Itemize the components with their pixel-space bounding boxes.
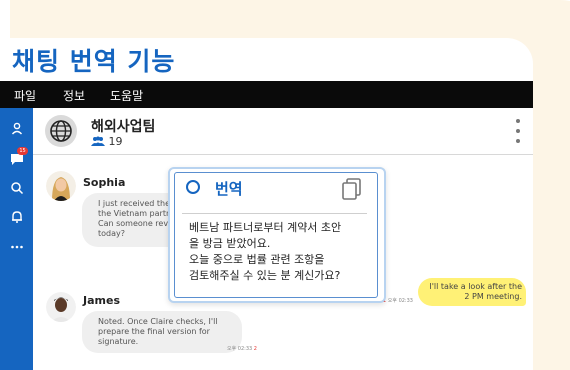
message-time: 오후 02:33	[387, 298, 413, 304]
members-icon	[91, 136, 105, 146]
page-heading: 채팅 번역 기능	[12, 47, 176, 76]
menu-bar: 파일 정보 도움말	[0, 81, 533, 108]
unread-count: 2	[253, 346, 257, 352]
chat-unread-badge: 15	[17, 147, 28, 155]
my-message-bubble[interactable]: I'll take a look after the 2 PM meeting.	[418, 278, 526, 306]
sender-name: James	[83, 294, 120, 307]
sender-name: Sophia	[83, 176, 126, 189]
menu-item-file[interactable]: 파일	[14, 87, 36, 104]
translation-divider	[182, 213, 367, 214]
more-icon[interactable]	[9, 239, 25, 255]
menu-item-help[interactable]: 도움말	[110, 87, 143, 104]
translation-line: 을 방금 받았어요.	[189, 237, 271, 250]
copy-icon[interactable]	[341, 177, 363, 201]
message-meta: 오후 02:33 2	[227, 345, 257, 352]
my-message-meta: 1 오후 02:33	[383, 297, 413, 304]
person-icon[interactable]	[9, 121, 25, 137]
sophia-avatar	[46, 171, 76, 201]
translate-circle-icon	[186, 180, 200, 194]
translation-line: 오늘 중으로 법률 관련 조항을	[189, 253, 325, 266]
translation-line: 베트남 파트너로부터 계약서 초안	[189, 221, 342, 234]
globe-icon	[50, 120, 72, 142]
group-avatar	[45, 115, 77, 147]
translation-line: 검토해주실 수 있는 분 계신가요?	[189, 269, 341, 282]
bell-icon[interactable]	[9, 209, 25, 225]
search-icon[interactable]	[9, 180, 25, 196]
member-count-value: 19	[108, 135, 123, 148]
chat-header: 해외사업팀 19	[33, 108, 533, 155]
menu-item-info[interactable]: 정보	[63, 87, 85, 104]
translation-text: 베트남 파트너로부터 계약서 초안 을 방금 받았어요. 오늘 중으로 법률 관…	[189, 220, 374, 284]
member-count: 19	[91, 135, 123, 148]
translation-title: 번역	[215, 180, 243, 198]
message-bubble[interactable]: Noted. Once Claire checks, I'll prepare …	[82, 311, 242, 353]
chat-room-name: 해외사업팀	[91, 119, 156, 135]
message-time: 오후 02:33	[227, 346, 253, 352]
kebab-menu-icon[interactable]	[515, 118, 521, 144]
james-avatar	[46, 292, 76, 322]
